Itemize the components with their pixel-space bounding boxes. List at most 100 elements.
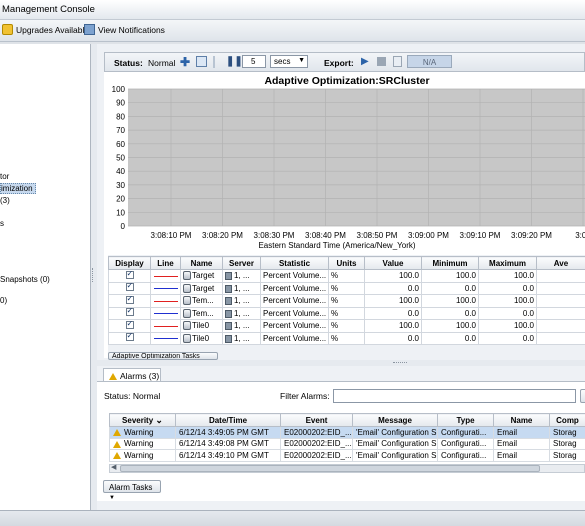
display-checkbox[interactable] xyxy=(125,270,134,279)
play-icon[interactable]: ▶ xyxy=(361,56,369,67)
tree-item-s[interactable]: s xyxy=(0,219,4,228)
display-cell[interactable] xyxy=(108,306,151,320)
metric-average xyxy=(536,319,585,333)
server-cell: 1, ... xyxy=(222,331,261,345)
tab-alarms[interactable]: Alarms (3) xyxy=(103,368,161,381)
view-notifications-button[interactable]: View Notifications xyxy=(84,24,165,35)
interval-spinner[interactable]: 5 xyxy=(242,55,266,68)
metric-maximum: 0.0 xyxy=(478,281,537,295)
metric-units: % xyxy=(328,281,365,295)
display-checkbox[interactable] xyxy=(125,283,134,292)
col-minimum[interactable]: Minimum xyxy=(421,256,479,270)
scrollbar-thumb[interactable] xyxy=(120,465,540,472)
server-cell: 1, ... xyxy=(222,269,261,283)
alarm-component: Storag xyxy=(549,426,585,439)
col-datetime[interactable]: Date/Time xyxy=(175,413,281,427)
col-event[interactable]: Event xyxy=(280,413,353,427)
performance-control-bar: Status: Normal ✚ ❚❚ 5 secs ▼ Export: ▶ N/… xyxy=(104,52,585,72)
tree-item-monitor[interactable]: tor xyxy=(0,172,9,181)
interval-unit-select[interactable]: secs ▼ xyxy=(270,55,308,68)
horizontal-splitter[interactable] xyxy=(97,360,585,366)
filter-alarms-input[interactable] xyxy=(333,389,576,403)
metric-statistic: Percent Volume... xyxy=(260,281,329,295)
pause-icon[interactable]: ❚❚ xyxy=(226,56,243,67)
warning-icon xyxy=(113,429,121,437)
name-cell: Tem... xyxy=(180,306,223,320)
y-tick-label: 50 xyxy=(116,154,125,163)
metric-statistic: Percent Volume... xyxy=(260,306,329,320)
interval-unit-value: secs xyxy=(274,57,291,66)
line-swatch xyxy=(153,325,178,327)
col-component[interactable]: Comp xyxy=(549,413,585,427)
metric-maximum: 0.0 xyxy=(478,306,537,320)
metrics-row[interactable]: Tem...1, ...Percent Volume...%0.00.00.0 xyxy=(108,306,585,320)
tree-item-adaptive-optimization[interactable]: imization xyxy=(0,183,36,194)
metric-server: 1, ... xyxy=(234,308,250,318)
alarm-tasks-button[interactable]: Alarm Tasks ▼ xyxy=(103,480,161,501)
col-message[interactable]: Message xyxy=(352,413,438,427)
display-checkbox[interactable] xyxy=(125,295,134,304)
tree-item-snapshots[interactable]: Snapshots (0) xyxy=(0,275,50,284)
filter-options-button[interactable] xyxy=(580,389,585,403)
col-server[interactable]: Server xyxy=(222,256,261,270)
display-cell[interactable] xyxy=(108,294,151,308)
metric-units: % xyxy=(328,306,365,320)
metrics-row[interactable]: Tile01, ...Percent Volume...%100.0100.01… xyxy=(108,319,585,333)
add-statistics-icon[interactable]: ✚ xyxy=(180,55,190,69)
export-file-icon[interactable] xyxy=(393,56,402,67)
display-cell[interactable] xyxy=(108,319,151,333)
alarm-row[interactable]: Warning 6/12/14 3:49:10 PM GMT E02000202:E… xyxy=(109,449,585,462)
alarm-row[interactable]: Warning 6/12/14 3:49:05 PM GMT E02000202:E… xyxy=(109,426,585,439)
col-units[interactable]: Units xyxy=(328,256,365,270)
metric-server: 1, ... xyxy=(234,296,250,306)
metric-server: 1, ... xyxy=(234,283,250,293)
col-name[interactable]: Name xyxy=(180,256,223,270)
metric-average xyxy=(536,306,585,320)
chevron-down-icon: ▼ xyxy=(109,495,115,501)
metrics-row[interactable]: Tem...1, ...Percent Volume...%100.0100.0… xyxy=(108,294,585,308)
y-tick-label: 30 xyxy=(116,181,125,190)
display-cell[interactable] xyxy=(108,269,151,283)
alarm-row[interactable]: Warning 6/12/14 3:49:08 PM GMT E02000202:E… xyxy=(109,437,585,450)
col-alarm-name[interactable]: Name xyxy=(493,413,550,427)
col-statistic[interactable]: Statistic xyxy=(260,256,329,270)
tree-item-count[interactable]: (3) xyxy=(0,196,10,205)
col-display[interactable]: Display xyxy=(108,256,151,270)
edit-graph-icon[interactable] xyxy=(196,56,207,67)
col-line[interactable]: Line xyxy=(150,256,181,270)
metric-statistic: Percent Volume... xyxy=(260,331,329,345)
export-value-field[interactable]: N/A xyxy=(407,55,452,68)
warning-icon xyxy=(113,452,121,460)
server-icon xyxy=(225,334,232,343)
display-cell[interactable] xyxy=(108,331,151,345)
y-tick-label: 80 xyxy=(116,112,125,121)
tree-item-zero[interactable]: 0) xyxy=(0,296,7,305)
upgrades-button[interactable]: Upgrades Available xyxy=(2,24,89,35)
metrics-row[interactable]: Tile01, ...Percent Volume...%0.00.00.0 xyxy=(108,331,585,345)
stop-icon[interactable] xyxy=(377,57,386,66)
col-average[interactable]: Ave xyxy=(536,256,585,270)
alarms-tab-label: Alarms (3) xyxy=(120,371,160,381)
display-cell[interactable] xyxy=(108,281,151,295)
adaptive-optimization-tasks-button[interactable]: Adaptive Optimization Tasks xyxy=(108,352,218,360)
metric-value: 100.0 xyxy=(364,269,422,283)
main-toolbar: Upgrades Available View Notifications xyxy=(0,20,585,42)
display-checkbox[interactable] xyxy=(125,320,134,329)
metric-average xyxy=(536,269,585,283)
col-severity[interactable]: Severity ⌄ xyxy=(109,413,176,427)
col-maximum[interactable]: Maximum xyxy=(478,256,537,270)
server-icon xyxy=(225,297,232,306)
y-tick-label: 20 xyxy=(116,195,125,204)
metrics-row[interactable]: Target1, ...Percent Volume...%100.0100.0… xyxy=(108,269,585,283)
metric-minimum: 100.0 xyxy=(421,269,479,283)
alarms-horizontal-scrollbar[interactable]: ◀ xyxy=(109,464,585,473)
metric-minimum: 100.0 xyxy=(421,294,479,308)
metric-units: % xyxy=(328,294,365,308)
metric-statistic: Percent Volume... xyxy=(260,319,329,333)
display-checkbox[interactable] xyxy=(125,308,134,317)
col-value[interactable]: Value xyxy=(364,256,422,270)
display-checkbox[interactable] xyxy=(125,333,134,342)
metrics-row[interactable]: Target1, ...Percent Volume...%0.00.00.0 xyxy=(108,281,585,295)
scroll-left-icon[interactable]: ◀ xyxy=(111,463,116,471)
col-type[interactable]: Type xyxy=(437,413,494,427)
